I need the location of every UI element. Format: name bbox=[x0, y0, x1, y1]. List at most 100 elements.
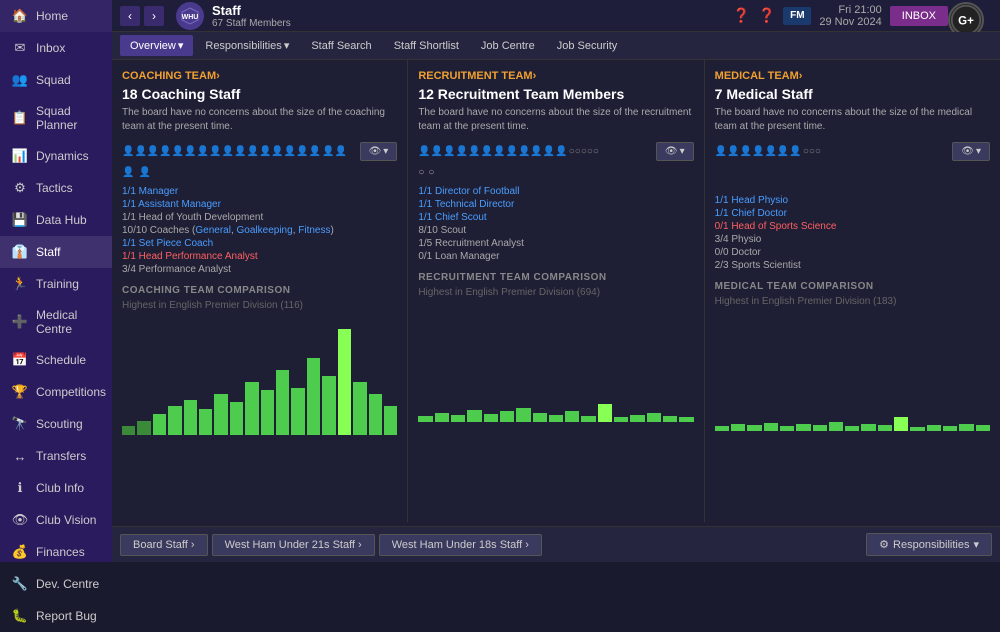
recruitment-loan-text: 0/1 Loan Manager bbox=[418, 251, 499, 262]
coaching-manager-link[interactable]: 1/1 Manager bbox=[122, 186, 178, 197]
coaching-coaches-row: 10/10 Coaches (General, Goalkeeping, Fit… bbox=[122, 225, 397, 236]
recruitment-chief-scout-link[interactable]: 1/1 Chief Scout bbox=[418, 212, 486, 223]
finances-icon: 💰 bbox=[12, 544, 28, 560]
sidebar-item-data-hub[interactable]: 💾 Data Hub bbox=[0, 204, 112, 236]
responsibilities-chevron-icon: ▾ bbox=[973, 538, 979, 551]
bar bbox=[959, 424, 973, 431]
inbox-icon: ✉ bbox=[12, 40, 28, 56]
recruitment-comparison-title: RECRUITMENT TEAM COMPARISON bbox=[418, 272, 693, 283]
info-icon[interactable]: ❓ bbox=[758, 7, 775, 24]
bar bbox=[647, 413, 661, 422]
bar bbox=[199, 409, 212, 435]
sidebar-item-finances[interactable]: 💰 Finances bbox=[0, 536, 112, 568]
subnav-staff-search[interactable]: Staff Search bbox=[301, 36, 381, 56]
home-icon: 🏠 bbox=[12, 8, 28, 24]
sidebar-item-home[interactable]: 🏠 Home bbox=[0, 0, 112, 32]
sidebar-item-squad-planner[interactable]: 📋 Squad Planner bbox=[0, 96, 112, 140]
coaching-team-header[interactable]: COACHING TEAM› bbox=[122, 70, 397, 82]
columns: COACHING TEAM› 18 Coaching Staff The boa… bbox=[112, 60, 1000, 522]
sidebar-label-training: Training bbox=[36, 277, 79, 291]
subnav-staff-shortlist[interactable]: Staff Shortlist bbox=[384, 36, 469, 56]
coaching-youth-dev-text: 1/1 Head of Youth Development bbox=[122, 212, 263, 223]
subnav-overview[interactable]: Overview ▾ bbox=[120, 35, 193, 56]
coaching-staff-icons-yellow: 👤👤 bbox=[322, 146, 347, 157]
coaching-set-piece-link[interactable]: 1/1 Set Piece Coach bbox=[122, 238, 213, 249]
sidebar-item-transfers[interactable]: ↔ Transfers bbox=[0, 440, 112, 472]
medical-physio-row: 3/4 Physio bbox=[715, 234, 990, 245]
coaching-comparison-sub: Highest in English Premier Division (116… bbox=[122, 300, 397, 311]
recruitment-staff-icons-gray: ○○○○○ bbox=[569, 146, 599, 157]
bar bbox=[715, 426, 729, 431]
help-icon[interactable]: ❓ bbox=[733, 7, 750, 24]
transfers-icon: ↔ bbox=[12, 448, 28, 464]
medical-sports-sci-row: 2/3 Sports Scientist bbox=[715, 260, 990, 271]
coaching-asst-manager-link[interactable]: 1/1 Assistant Manager bbox=[122, 199, 221, 210]
coaching-icons-row: 👤👤👤👤👤👤👤👤👤👤👤👤👤👤👤👤 👤👤 👁 ▾ bbox=[122, 142, 397, 161]
sidebar-item-inbox[interactable]: ✉ Inbox bbox=[0, 32, 112, 64]
sidebar-item-dynamics[interactable]: 📊 Dynamics bbox=[0, 140, 112, 172]
medical-sports-sci-head-link[interactable]: 0/1 Head of Sports Science bbox=[715, 221, 837, 232]
bar-highlight bbox=[338, 329, 351, 435]
nav-forward-button[interactable]: › bbox=[144, 6, 164, 26]
bar bbox=[291, 388, 304, 435]
medical-staff-icons-gray: ○○○ bbox=[803, 146, 821, 157]
sidebar-item-medical[interactable]: ➕ Medical Centre bbox=[0, 300, 112, 344]
responsibilities-button[interactable]: ⚙ Responsibilities ▾ bbox=[866, 533, 992, 556]
medical-physio-text: 3/4 Physio bbox=[715, 234, 762, 245]
nav-back-button[interactable]: ‹ bbox=[120, 6, 140, 26]
sidebar-item-squad[interactable]: 👥 Squad bbox=[0, 64, 112, 96]
coaching-chart-bars bbox=[122, 317, 397, 437]
recruitment-team-header[interactable]: RECRUITMENT TEAM› bbox=[418, 70, 693, 82]
sidebar-label-finances: Finances bbox=[36, 545, 85, 559]
sidebar-label-club-info: Club Info bbox=[36, 481, 84, 495]
medical-team-header[interactable]: MEDICAL TEAM› bbox=[715, 70, 990, 82]
coaching-view-button[interactable]: 👁 ▾ bbox=[360, 142, 398, 161]
subnav-job-centre[interactable]: Job Centre bbox=[471, 36, 545, 56]
medical-sports-sci-head-row: 0/1 Head of Sports Science bbox=[715, 221, 990, 232]
recruitment-technical-dir-link[interactable]: 1/1 Technical Director bbox=[418, 199, 514, 210]
bar bbox=[435, 413, 449, 422]
inbox-button[interactable]: INBOX bbox=[890, 6, 948, 26]
sidebar-item-staff[interactable]: 👔 Staff bbox=[0, 236, 112, 268]
sidebar-item-report-bug[interactable]: 🐛 Report Bug bbox=[0, 600, 112, 632]
bar bbox=[796, 424, 810, 431]
sidebar-item-scouting[interactable]: 🔭 Scouting bbox=[0, 408, 112, 440]
sidebar-item-club-vision[interactable]: 👁 Club Vision bbox=[0, 504, 112, 536]
coaching-fitness-link[interactable]: Fitness bbox=[298, 225, 330, 236]
medical-chief-doctor-row: 1/1 Chief Doctor bbox=[715, 208, 990, 219]
coaching-perf-analyst-text: 3/4 Performance Analyst bbox=[122, 264, 231, 275]
recruitment-dof-link[interactable]: 1/1 Director of Football bbox=[418, 186, 519, 197]
date-line2: 29 Nov 2024 bbox=[819, 16, 881, 28]
medical-head-physio-link[interactable]: 1/1 Head Physio bbox=[715, 195, 788, 206]
sidebar-label-medical: Medical Centre bbox=[36, 308, 100, 336]
recruitment-extra-icons: ○ ○ bbox=[418, 167, 693, 178]
coaching-head-perf-link[interactable]: 1/1 Head Performance Analyst bbox=[122, 251, 258, 262]
medical-view-button[interactable]: 👁 ▾ bbox=[952, 142, 990, 161]
recruitment-view-button[interactable]: 👁 ▾ bbox=[656, 142, 694, 161]
bar bbox=[467, 410, 481, 422]
coaching-general-link[interactable]: General bbox=[195, 225, 231, 236]
sidebar-item-training[interactable]: 🏃 Training bbox=[0, 268, 112, 300]
sidebar-label-home: Home bbox=[36, 9, 68, 23]
training-icon: 🏃 bbox=[12, 276, 28, 292]
sidebar-item-tactics[interactable]: ⚙ Tactics bbox=[0, 172, 112, 204]
bar bbox=[484, 414, 498, 422]
subnav: Overview ▾ Responsibilities ▾ Staff Sear… bbox=[112, 32, 1000, 60]
subnav-responsibilities[interactable]: Responsibilities ▾ bbox=[195, 35, 299, 56]
tab-u18-staff[interactable]: West Ham Under 18s Staff › bbox=[379, 534, 542, 556]
coaching-manager-row: 1/1 Manager bbox=[122, 186, 397, 197]
coaching-set-piece-row: 1/1 Set Piece Coach bbox=[122, 238, 397, 249]
bar bbox=[245, 382, 258, 435]
tab-board-staff[interactable]: Board Staff › bbox=[120, 534, 208, 556]
sidebar-item-competitions[interactable]: 🏆 Competitions bbox=[0, 376, 112, 408]
tab-u21-staff[interactable]: West Ham Under 21s Staff › bbox=[212, 534, 375, 556]
nav-arrows: ‹ › bbox=[112, 6, 172, 26]
medical-chief-doctor-link[interactable]: 1/1 Chief Doctor bbox=[715, 208, 787, 219]
subnav-job-security[interactable]: Job Security bbox=[547, 36, 628, 56]
coaching-goalkeeping-link[interactable]: Goalkeeping bbox=[237, 225, 293, 236]
sidebar-item-dev-centre[interactable]: 🔧 Dev. Centre bbox=[0, 568, 112, 600]
recruitment-comparison-sub: Highest in English Premier Division (694… bbox=[418, 287, 693, 298]
sidebar-item-schedule[interactable]: 📅 Schedule bbox=[0, 344, 112, 376]
sidebar-item-club-info[interactable]: ℹ Club Info bbox=[0, 472, 112, 504]
medical-spacer bbox=[715, 167, 990, 187]
